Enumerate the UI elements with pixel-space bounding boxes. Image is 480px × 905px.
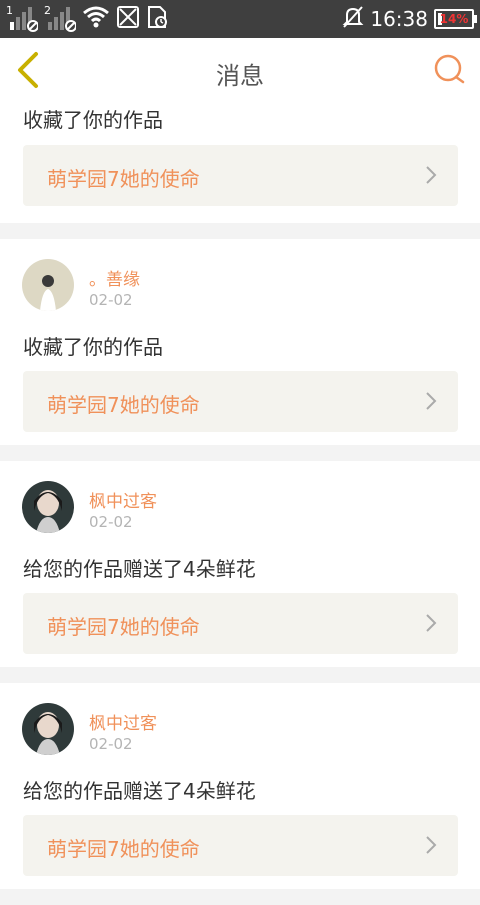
battery-icon: 14% <box>434 9 477 29</box>
message-card: 。善缘 02-02 收藏了你的作品 萌学园7她的使命 <box>0 239 480 445</box>
avatar[interactable] <box>22 703 74 755</box>
work-link[interactable]: 萌学园7她的使命 <box>23 815 458 876</box>
status-bar: 1 2 16:38 14% <box>0 0 480 38</box>
page-title: 消息 <box>216 62 264 90</box>
work-link[interactable]: 萌学园7她的使命 <box>23 145 458 206</box>
username[interactable]: 枫中过客 <box>89 487 157 512</box>
avatar[interactable] <box>22 481 74 533</box>
sim2-label: 2 <box>44 4 51 17</box>
username[interactable]: 。善缘 <box>89 265 140 290</box>
message-date: 02-02 <box>89 735 133 753</box>
chevron-right-icon <box>426 614 437 632</box>
app-header: 消息 <box>0 38 480 105</box>
work-title: 萌学园7她的使命 <box>47 615 200 639</box>
search-button[interactable] <box>432 52 468 88</box>
work-link[interactable]: 萌学园7她的使命 <box>23 593 458 654</box>
chevron-right-icon <box>426 392 437 410</box>
message-card: 收藏了你的作品 萌学园7她的使命 <box>0 104 480 223</box>
signal-icon: 1 <box>6 4 39 32</box>
work-link[interactable]: 萌学园7她的使命 <box>23 371 458 432</box>
clock-time: 16:38 <box>370 7 428 31</box>
work-title: 萌学园7她的使命 <box>47 167 200 191</box>
message-text: 给您的作品赠送了4朵鲜花 <box>23 779 256 803</box>
sd-card-icon <box>146 5 168 33</box>
sim1-label: 1 <box>6 4 13 17</box>
avatar[interactable] <box>22 259 74 311</box>
message-text: 收藏了你的作品 <box>23 335 163 359</box>
work-title: 萌学园7她的使命 <box>47 393 200 417</box>
message-date: 02-02 <box>89 513 133 531</box>
notifications-off-icon <box>342 5 364 33</box>
message-list[interactable]: 收藏了你的作品 萌学园7她的使命 。善缘 02-02 收藏了你的作品 萌学园7她… <box>0 104 480 905</box>
wifi-icon <box>82 5 110 33</box>
message-text: 给您的作品赠送了4朵鲜花 <box>23 557 256 581</box>
username[interactable]: 枫中过客 <box>89 709 157 734</box>
message-text: 收藏了你的作品 <box>23 108 163 132</box>
message-date: 02-02 <box>89 291 133 309</box>
work-title: 萌学园7她的使命 <box>47 837 200 861</box>
signal-icon: 2 <box>44 4 77 32</box>
battery-percent: 14% <box>439 12 469 26</box>
message-card: 枫中过客 02-02 给您的作品赠送了4朵鲜花 萌学园7她的使命 <box>0 461 480 667</box>
no-sim-icon <box>116 5 140 33</box>
chevron-right-icon <box>426 836 437 854</box>
search-icon <box>434 54 465 84</box>
message-card: 枫中过客 02-02 给您的作品赠送了4朵鲜花 萌学园7她的使命 <box>0 683 480 889</box>
chevron-right-icon <box>426 166 437 184</box>
